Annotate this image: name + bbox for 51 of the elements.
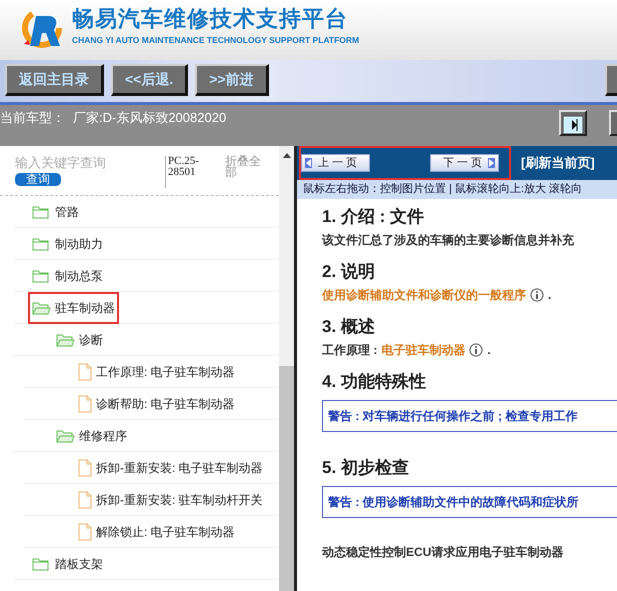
tree-item[interactable]: 诊断: [52, 324, 107, 356]
tree-item[interactable]: 拆卸-重新安装: 电子驻车制动器: [74, 452, 267, 484]
document-icon: [78, 490, 92, 508]
paragraph-text: 该文件汇总了涉及的车辆的主要诊断信息并补充: [322, 232, 574, 248]
document-icon: [78, 522, 92, 540]
scroll-thumb[interactable]: [279, 366, 294, 591]
scrollbar[interactable]: [279, 146, 294, 591]
period-text: .: [548, 287, 552, 303]
document-icon: [78, 394, 92, 412]
period-text: .: [487, 342, 491, 358]
scroll-up-icon: [282, 152, 292, 159]
document-icon: [78, 362, 92, 380]
tree-item[interactable]: 拆卸-重新安装: 驻车制动杆开关: [74, 484, 267, 516]
right-arrow-icon: [488, 158, 496, 168]
tree-item[interactable]: 制动总泵: [28, 260, 107, 292]
tree-item[interactable]: 诊断帮助: 电子驻车制动器: [74, 388, 239, 420]
warning-box: 警告 : 使用诊断辅助文件中的故障代码和症状所: [322, 486, 617, 518]
paragraph-text: 动态稳定性控制ECU请求应用电子驻车制动器: [322, 544, 564, 560]
section-heading: 3. 概述: [322, 317, 376, 337]
tree-item[interactable]: 工作原理: 电子驻车制动器: [74, 356, 239, 388]
code-label: PC.25-28501: [165, 156, 215, 188]
section-heading: 1. 介绍 : 文件: [322, 207, 426, 227]
next-page-button[interactable]: 下 一 页: [430, 154, 500, 172]
document-icon: [78, 458, 92, 476]
tree-item[interactable]: 解除锁止: 电子驻车制动器: [74, 516, 239, 548]
nav-button[interactable]: <<后退.: [111, 64, 188, 96]
arrow-icon: [563, 116, 583, 134]
vehicle-model: 厂家:D-东风标致20082020: [73, 109, 226, 127]
nav-button[interactable]: 返回主目录: [5, 64, 104, 96]
nav-button[interactable]: >>前进: [195, 64, 269, 96]
refresh-link[interactable]: [刷新当前页]: [521, 153, 595, 173]
tree-item[interactable]: 踏板支架: [28, 548, 107, 580]
tree-item[interactable]: 驻车制动器: [28, 292, 119, 324]
tree-item[interactable]: 维修程序: [52, 420, 131, 452]
toggle-button[interactable]: [609, 110, 617, 136]
vehicle-label: 当前车型：: [0, 109, 65, 127]
section-heading: 4. 功能特殊性: [322, 372, 427, 392]
warning-box: 警告 : 对车辆进行任何操作之前 ; 检查专用工作: [322, 400, 617, 432]
toggle-button[interactable]: [559, 110, 587, 136]
hint-text: 鼠标左右拖动：控制图片位置 | 鼠标滚轮向上:放大 滚轮向: [297, 180, 617, 199]
tree-item[interactable]: 制动助力: [28, 228, 107, 260]
section-heading: 5. 初步检查: [322, 458, 410, 478]
prev-page-button[interactable]: 上 一 页: [301, 154, 370, 172]
left-arrow-icon: [305, 158, 312, 168]
toolbar-button[interactable]: [605, 64, 617, 96]
section-heading: 2. 说明: [322, 262, 376, 282]
tree-item[interactable]: 管路: [28, 196, 83, 228]
site-title: 畅易汽车维修技术支持平台: [72, 6, 349, 32]
paragraph-text: 工作原理 :: [322, 342, 378, 358]
site-subtitle: CHANG YI AUTO MAINTENANCE TECHNOLOGY SUPPORT PLATFORM: [72, 34, 360, 46]
search-button[interactable]: 查询: [15, 173, 61, 186]
